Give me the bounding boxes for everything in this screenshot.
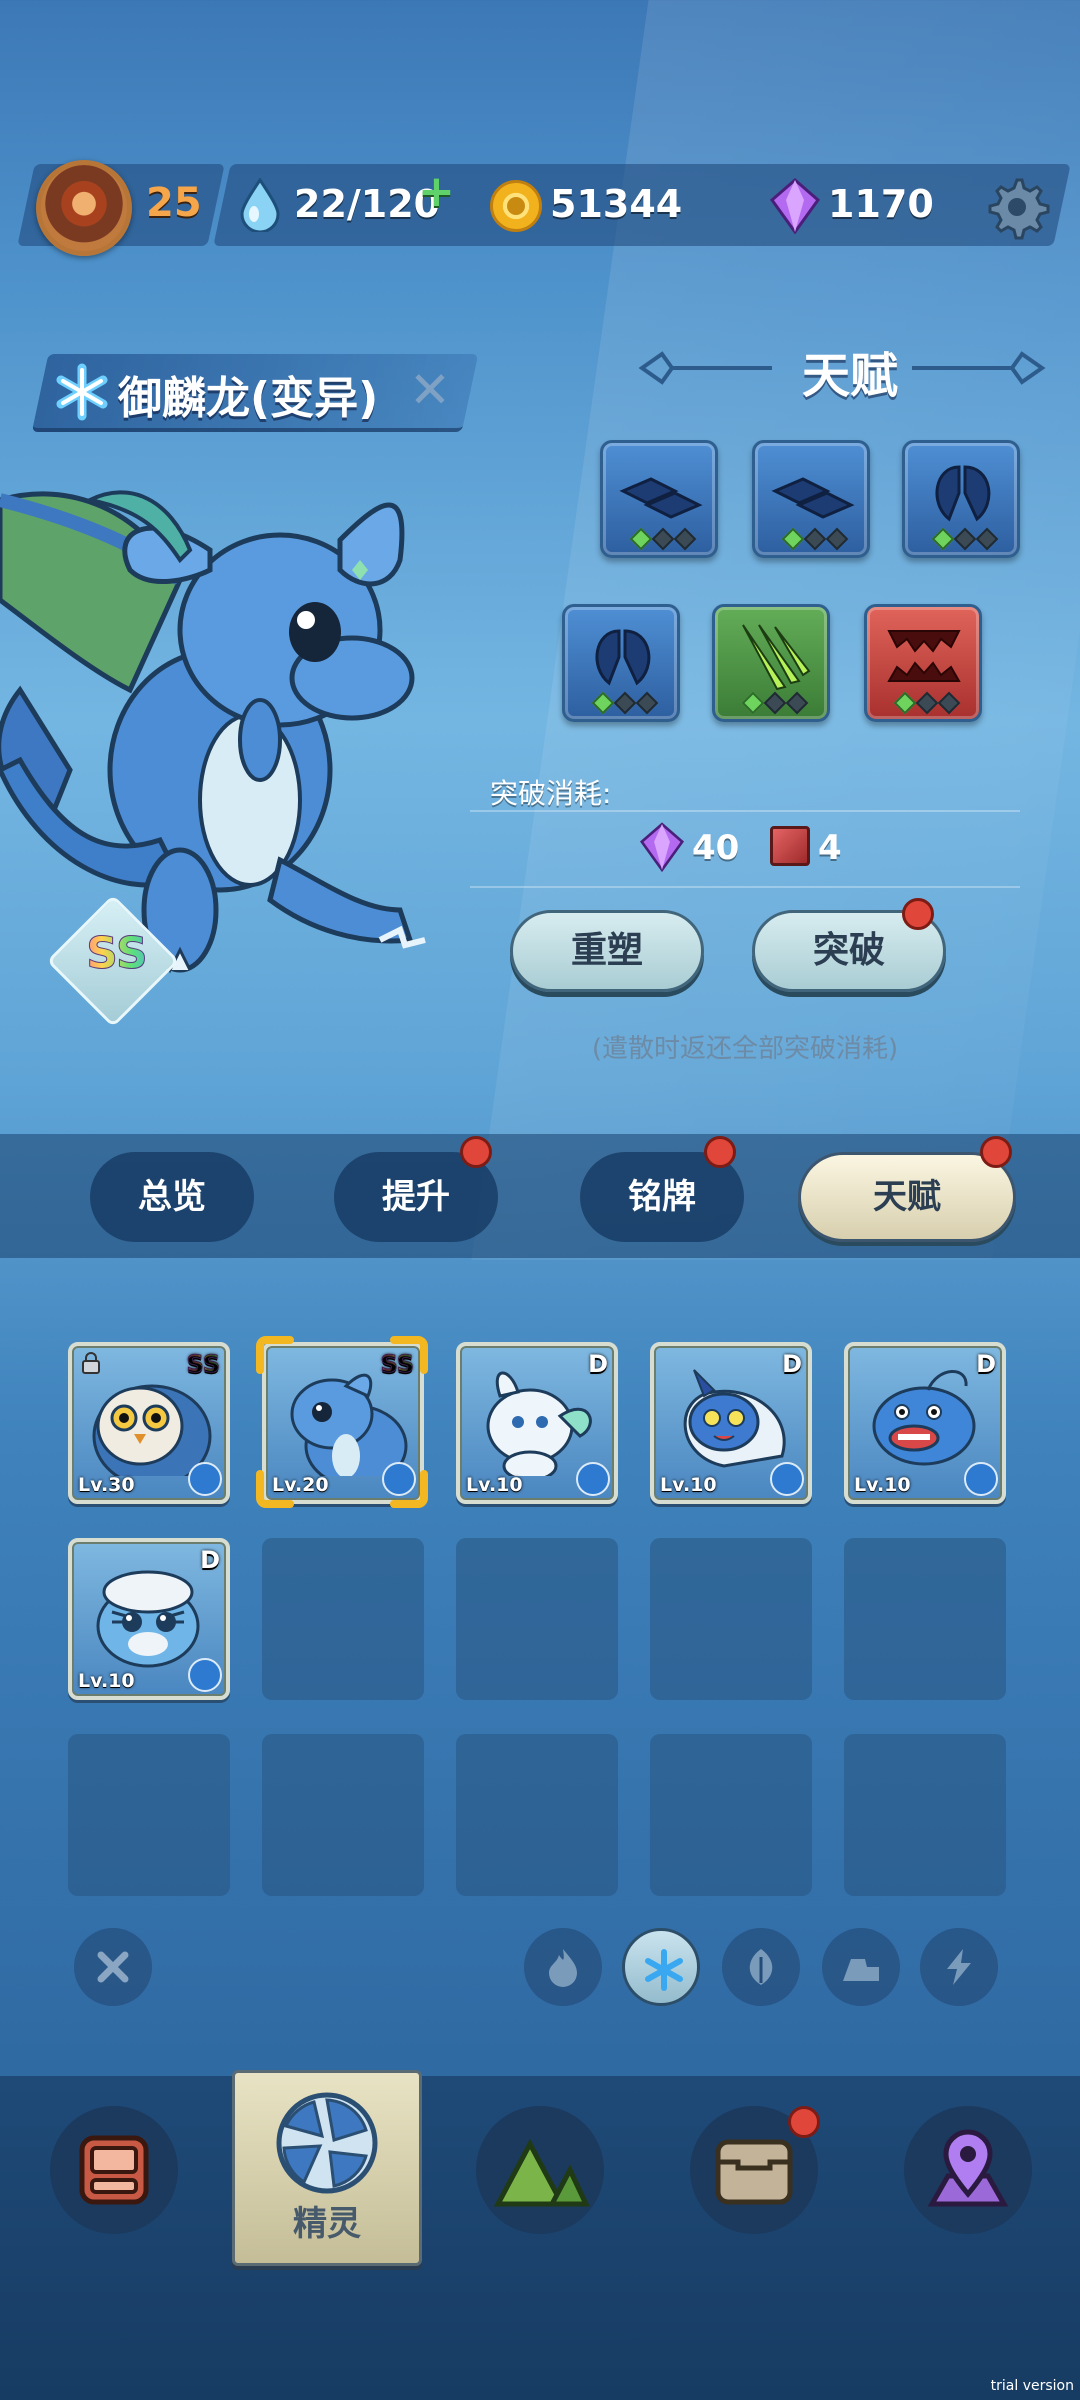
snowflake-icon xyxy=(576,1462,610,1496)
top-status-bar: 25 22/120 + 51344 1170 xyxy=(0,160,1080,256)
pet-level: Lv.10 xyxy=(660,1474,717,1496)
close-icon[interactable]: ✕ xyxy=(404,364,456,416)
player-avatar[interactable] xyxy=(36,160,132,256)
gem-icon xyxy=(770,178,820,234)
talent-slot-6[interactable] xyxy=(864,604,982,722)
backpack-icon xyxy=(79,2135,149,2205)
snowflake-icon xyxy=(770,1462,804,1496)
snowflake-icon xyxy=(645,1949,683,1991)
lock-icon xyxy=(82,1352,100,1374)
nav-map-button[interactable] xyxy=(904,2106,1032,2234)
lightning-icon xyxy=(947,1949,971,1985)
nav-explore-button[interactable] xyxy=(476,2106,604,2234)
empty-pet-slot xyxy=(844,1538,1006,1700)
pet-name: 御麟龙(变异) xyxy=(118,373,379,424)
filter-fire-button[interactable] xyxy=(524,1928,602,2006)
gem-value: 1170 xyxy=(828,182,934,226)
cost-book-amount: 4 xyxy=(818,828,842,868)
pet-card[interactable]: D Lv.10 xyxy=(650,1342,812,1504)
watermark: trial version xyxy=(990,2378,1074,2394)
pet-level: Lv.10 xyxy=(78,1670,135,1692)
chest-icon xyxy=(715,2139,793,2205)
ornament-left-icon xyxy=(638,351,772,385)
breakthrough-cost-label: 突破消耗: xyxy=(490,777,612,810)
fangs-icon xyxy=(887,630,961,682)
filter-rock-button[interactable] xyxy=(822,1928,900,2006)
clear-filter-button[interactable] xyxy=(74,1928,152,2006)
pet-grade: D xyxy=(976,1350,996,1378)
cost-gem-amount: 40 xyxy=(692,828,740,868)
pet-card[interactable]: D Lv.10 xyxy=(456,1342,618,1504)
breakthrough-note: (遣散时返还全部突破消耗) xyxy=(591,1034,899,1064)
talent-slot-4[interactable] xyxy=(562,604,680,722)
filter-electric-button[interactable] xyxy=(920,1928,998,2006)
notification-badge xyxy=(902,898,934,930)
pet-card[interactable]: D Lv.10 xyxy=(68,1538,230,1700)
empty-pet-slot xyxy=(456,1734,618,1896)
pet-card[interactable]: D Lv.10 xyxy=(844,1342,1006,1504)
pet-grade: D xyxy=(200,1546,220,1574)
empty-pet-slot xyxy=(262,1538,424,1700)
empty-pet-slot xyxy=(650,1734,812,1896)
pet-dragon-illustration xyxy=(0,490,426,974)
snowflake-icon xyxy=(188,1462,222,1496)
pet-grade: D xyxy=(588,1350,608,1378)
mountain-icon xyxy=(493,2138,590,2207)
coin-icon xyxy=(490,180,542,232)
grade-label: SS xyxy=(72,928,162,980)
empty-pet-slot xyxy=(650,1538,812,1700)
pet-level: Lv.10 xyxy=(466,1474,523,1496)
snowflake-icon xyxy=(56,363,108,421)
nav-spirit-label: 精灵 xyxy=(293,2204,361,2244)
player-level: 25 xyxy=(146,180,202,226)
pet-card[interactable]: SS Lv.30 xyxy=(68,1342,230,1504)
snowflake-icon xyxy=(188,1658,222,1692)
empty-pet-slot xyxy=(262,1734,424,1896)
coin-value: 51344 xyxy=(550,182,683,226)
tab-overview[interactable]: 总览 xyxy=(90,1152,254,1242)
talent-slot-2[interactable] xyxy=(752,440,870,558)
tiles-icon xyxy=(771,477,855,519)
selection-frame xyxy=(256,1336,428,1508)
add-stamina-icon[interactable]: + xyxy=(418,166,455,217)
reshape-button[interactable]: 重塑 xyxy=(510,910,704,992)
gem-icon xyxy=(640,822,684,872)
fire-icon xyxy=(549,1949,577,1987)
empty-pet-slot xyxy=(68,1734,230,1896)
ornament-right-icon xyxy=(912,351,1046,385)
tab-talent[interactable]: 天赋 xyxy=(798,1152,1016,1242)
gear-icon[interactable] xyxy=(984,174,1050,240)
empty-pet-slot xyxy=(456,1538,618,1700)
notification-badge xyxy=(980,1136,1012,1168)
rock-icon xyxy=(843,1959,879,1981)
talent-slot-3[interactable] xyxy=(902,440,1020,558)
pet-level: Lv.10 xyxy=(854,1474,911,1496)
close-icon xyxy=(97,1951,129,1983)
notification-badge xyxy=(460,1136,492,1168)
talent-book-icon xyxy=(770,826,810,866)
leaf-split-icon xyxy=(935,465,991,522)
pet-grade: D xyxy=(782,1350,802,1378)
divider xyxy=(470,886,1020,888)
map-pin-icon xyxy=(927,2129,1009,2207)
notification-badge xyxy=(704,1136,736,1168)
pet-level: Lv.30 xyxy=(78,1474,135,1496)
pet-grade: SS xyxy=(186,1350,220,1379)
empty-pet-slot xyxy=(844,1734,1006,1896)
claw-slash-icon xyxy=(742,624,811,691)
nav-backpack-button[interactable] xyxy=(50,2106,178,2234)
leaf-icon xyxy=(749,1949,773,1985)
filter-ice-button[interactable] xyxy=(622,1928,700,2006)
spirit-orb-icon xyxy=(276,2092,378,2194)
leaf-split-icon xyxy=(595,629,651,686)
filter-grass-button[interactable] xyxy=(722,1928,800,2006)
talent-slot-5[interactable] xyxy=(712,604,830,722)
notification-badge xyxy=(788,2106,820,2138)
divider xyxy=(470,810,1020,812)
talent-slot-1[interactable] xyxy=(600,440,718,558)
water-drop-icon xyxy=(240,178,280,232)
snowflake-icon xyxy=(964,1462,998,1496)
tiles-icon xyxy=(619,477,703,519)
